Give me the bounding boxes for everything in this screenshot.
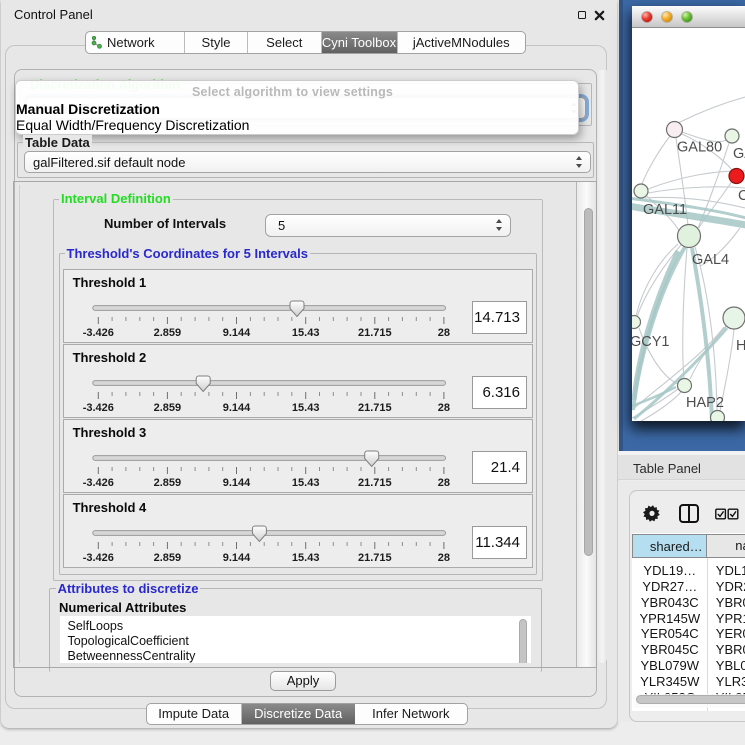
svg-text:-3.426: -3.426 (82, 402, 113, 414)
svg-text:15.43: 15.43 (292, 552, 320, 564)
svg-text:28: 28 (437, 402, 449, 414)
svg-text:2.859: 2.859 (153, 327, 181, 339)
svg-text:15.43: 15.43 (292, 402, 320, 414)
svg-text:21.715: 21.715 (358, 552, 392, 564)
svg-text:-3.426: -3.426 (82, 477, 113, 489)
svg-text:2.859: 2.859 (153, 477, 181, 489)
svg-text:9.144: 9.144 (222, 327, 250, 339)
svg-text:9.144: 9.144 (222, 402, 250, 414)
svg-text:HAP2: HAP2 (686, 395, 724, 411)
svg-text:2.859: 2.859 (153, 402, 181, 414)
svg-text:28: 28 (437, 552, 449, 564)
svg-text:9.144: 9.144 (222, 552, 250, 564)
svg-text:21.715: 21.715 (358, 477, 392, 489)
svg-text:-3.426: -3.426 (82, 327, 113, 339)
svg-text:9.144: 9.144 (222, 477, 250, 489)
svg-text:GA: GA (733, 146, 745, 162)
svg-text:GCY1: GCY1 (632, 334, 670, 350)
svg-text:21.715: 21.715 (358, 402, 392, 414)
svg-text:28: 28 (437, 327, 449, 339)
svg-text:21.715: 21.715 (358, 327, 392, 339)
svg-text:28: 28 (437, 477, 449, 489)
svg-text:15.43: 15.43 (292, 327, 320, 339)
svg-text:2.859: 2.859 (153, 552, 181, 564)
svg-text:GAL4: GAL4 (692, 252, 729, 268)
svg-text:GAL80: GAL80 (677, 140, 722, 156)
svg-text:15.43: 15.43 (292, 477, 320, 489)
svg-text:H: H (736, 338, 745, 354)
svg-text:GAL11: GAL11 (643, 202, 687, 218)
svg-text:-3.426: -3.426 (82, 552, 113, 564)
svg-text:C: C (738, 188, 745, 204)
